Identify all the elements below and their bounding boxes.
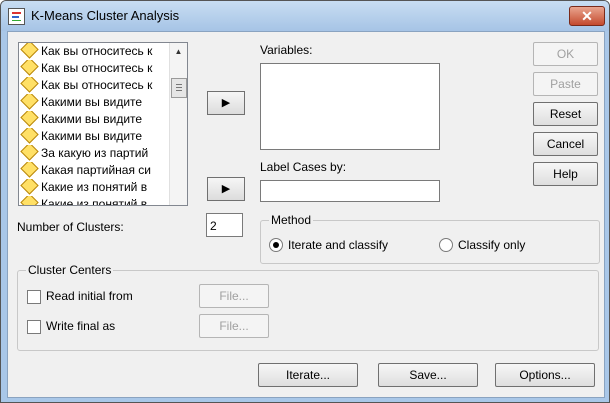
number-of-clusters-input[interactable]: 2 — [206, 213, 243, 237]
variable-item-label: Как вы относитесь к — [41, 61, 153, 75]
variable-list-item[interactable]: Какие из понятий в — [19, 196, 169, 206]
diamond-variable-icon — [20, 111, 39, 127]
read-file-button[interactable]: File... — [199, 284, 269, 308]
close-button[interactable]: ✕ — [569, 6, 605, 26]
cluster-centers-title: Cluster Centers — [26, 263, 114, 277]
paste-button[interactable]: Paste — [533, 72, 598, 96]
reset-button[interactable]: Reset — [533, 102, 598, 126]
diamond-variable-icon — [20, 145, 39, 161]
variable-list-item[interactable]: За какую из партий — [19, 145, 169, 162]
iterate-button[interactable]: Iterate... — [258, 363, 358, 387]
variable-item-label: Какими вы видите — [41, 129, 143, 143]
read-initial-checkbox[interactable] — [27, 290, 41, 304]
move-to-variables-button[interactable]: ▶ — [207, 91, 245, 115]
help-button[interactable]: Help — [533, 162, 598, 186]
variable-list-item[interactable]: Какая партийная си — [19, 162, 169, 179]
diamond-variable-icon — [20, 196, 39, 205]
variable-list-item[interactable]: Какие из понятий в — [19, 179, 169, 196]
read-initial-label[interactable]: Read initial from — [46, 289, 133, 303]
label-cases-label: Label Cases by: — [260, 160, 347, 174]
variable-items: Как вы относитесь к Как вы относитесь к Ка… — [19, 43, 169, 206]
diamond-variable-icon — [20, 60, 39, 76]
variable-list-item[interactable]: Как вы относитесь к — [19, 60, 169, 77]
method-group-title: Method — [269, 213, 314, 227]
diamond-variable-icon — [20, 162, 39, 178]
classify-only-label[interactable]: Classify only — [458, 238, 525, 252]
save-button[interactable]: Save... — [378, 363, 478, 387]
cluster-centers-group: Cluster Centers Read initial from File..… — [17, 263, 599, 351]
number-of-clusters-label: Number of Clusters: — [17, 220, 124, 234]
variable-list-item[interactable]: Какими вы видите — [19, 128, 169, 145]
variables-target-list[interactable] — [260, 63, 440, 150]
right-arrow-icon: ▶ — [221, 183, 231, 195]
diamond-variable-icon — [20, 77, 39, 93]
title-bar[interactable]: K-Means Cluster Analysis ✕ — [1, 1, 609, 31]
window-title: K-Means Cluster Analysis — [31, 8, 180, 23]
write-file-button[interactable]: File... — [199, 314, 269, 338]
iterate-classify-radio[interactable] — [269, 238, 283, 252]
diamond-variable-icon — [20, 43, 39, 59]
iterate-classify-label[interactable]: Iterate and classify — [288, 238, 388, 252]
write-final-checkbox[interactable] — [27, 320, 41, 334]
variable-list-item[interactable]: Как вы относитесь к — [19, 43, 169, 60]
radio-selected-dot — [273, 242, 279, 248]
list-scrollbar[interactable]: ▲ — [169, 43, 187, 205]
variable-list-item[interactable]: Какими вы видите — [19, 94, 169, 111]
variable-item-label: Какие из понятий в — [41, 180, 148, 194]
label-cases-field[interactable] — [260, 180, 440, 202]
move-to-label-button[interactable]: ▶ — [207, 177, 245, 201]
ok-button[interactable]: OK — [533, 42, 598, 66]
cancel-button[interactable]: Cancel — [533, 132, 598, 156]
dialog-window: K-Means Cluster Analysis ✕ Как вы относи… — [0, 0, 610, 403]
diamond-variable-icon — [20, 94, 39, 110]
variable-item-label: Как вы относитесь к — [41, 44, 153, 58]
variable-list-item[interactable]: Какими вы видите — [19, 111, 169, 128]
variable-item-label: Какими вы видите — [41, 95, 143, 109]
variables-label: Variables: — [260, 43, 313, 57]
variable-item-label: За какую из партий — [41, 146, 149, 160]
scroll-up-icon[interactable]: ▲ — [170, 43, 187, 60]
variable-item-label: Как вы относитесь к — [41, 78, 153, 92]
variable-list-item[interactable]: Как вы относитесь к — [19, 77, 169, 94]
classify-only-radio[interactable] — [439, 238, 453, 252]
dialog-body: Как вы относитесь к Как вы относитесь к Ка… — [7, 31, 605, 398]
app-icon — [8, 8, 25, 25]
diamond-variable-icon — [20, 179, 39, 195]
options-button[interactable]: Options... — [495, 363, 595, 387]
right-arrow-icon: ▶ — [221, 97, 231, 109]
variable-item-label: Какие из понятий в — [41, 197, 148, 206]
source-variable-list[interactable]: Как вы относитесь к Как вы относитесь к Ка… — [18, 42, 188, 206]
variable-item-label: Какая партийная си — [41, 163, 152, 177]
scroll-thumb[interactable] — [171, 78, 187, 98]
method-group: Method Iterate and classify Classify onl… — [260, 213, 600, 264]
diamond-variable-icon — [20, 128, 39, 144]
variable-item-label: Какими вы видите — [41, 112, 143, 126]
write-final-label[interactable]: Write final as — [46, 319, 115, 333]
